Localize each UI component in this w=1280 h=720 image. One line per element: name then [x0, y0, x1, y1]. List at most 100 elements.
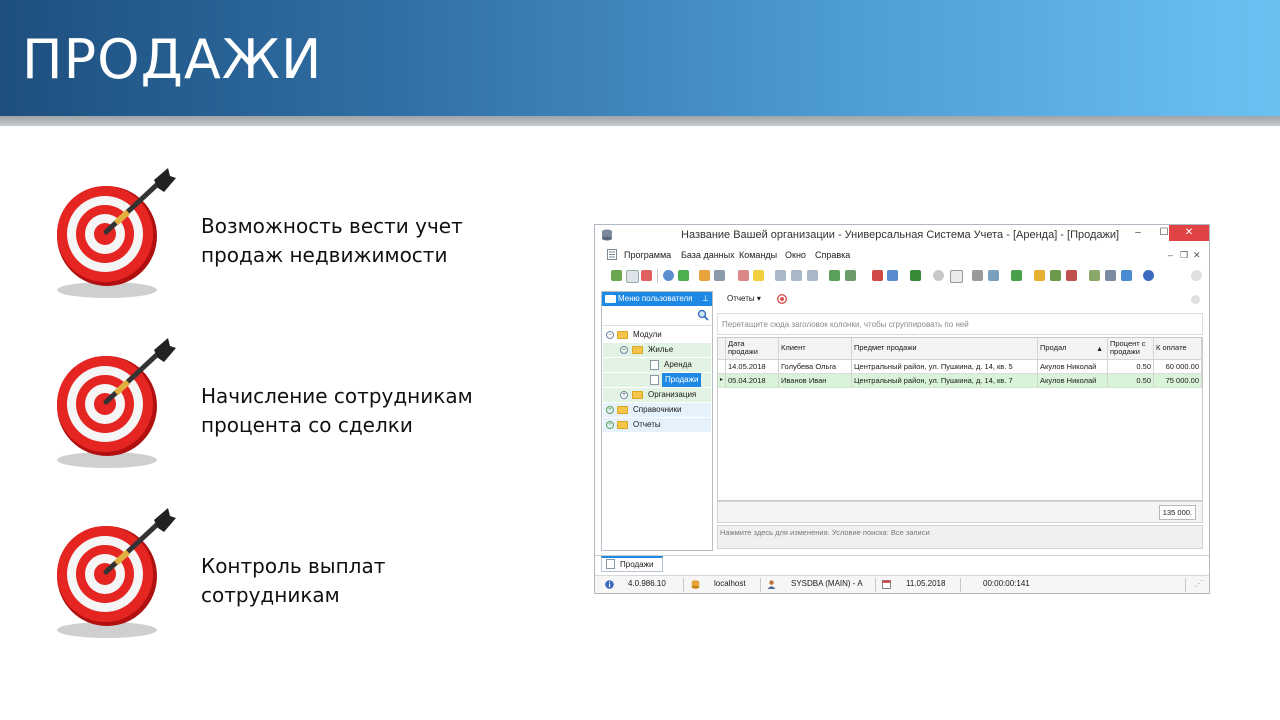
search-icon[interactable] — [663, 270, 674, 281]
mdi-close-button[interactable]: ✕ — [1193, 250, 1201, 261]
document-icon — [606, 559, 615, 569]
menu-item-database[interactable]: База данных — [681, 250, 735, 260]
share-icon[interactable] — [1121, 270, 1132, 281]
arrow-up-icon[interactable] — [807, 270, 818, 281]
table-icon[interactable] — [1089, 270, 1100, 281]
group-panel[interactable]: Перетащите сюда заголовок колонки, чтобы… — [717, 313, 1203, 335]
filter-icon[interactable] — [699, 270, 710, 281]
user-menu-header: Меню пользователя ⊥ — [602, 292, 712, 306]
bullet-line: Возможность вести учет — [201, 214, 463, 238]
document-icon — [650, 375, 659, 385]
note-icon[interactable] — [753, 270, 764, 281]
cell-client: Голубева Ольга — [779, 360, 852, 373]
new-window-icon[interactable] — [872, 270, 883, 281]
tree-item-sales[interactable]: Продажи — [603, 373, 711, 387]
tree-item-label: Отчеты — [633, 420, 661, 429]
tab-sales[interactable]: Продажи — [601, 556, 663, 572]
cell-payment: 60 000.00 — [1154, 360, 1202, 373]
filter-clear-icon[interactable] — [714, 270, 725, 281]
tree-item-organization[interactable]: + Организация — [603, 388, 711, 402]
resize-grip-icon[interactable]: ⋰ — [1195, 576, 1203, 592]
delete-icon[interactable] — [641, 270, 652, 281]
excel-menu-icon[interactable] — [845, 270, 856, 281]
refresh-icon[interactable] — [611, 270, 622, 281]
column-header-sale-date[interactable]: Дата продажи — [726, 338, 779, 360]
tree-item-label: Организация — [648, 390, 697, 399]
collapse-icon[interactable]: − — [620, 346, 628, 354]
menu-item-help[interactable]: Справка — [815, 250, 850, 260]
document-icon — [607, 249, 617, 260]
cell-payment: 75 000.00 — [1154, 374, 1202, 387]
view-close-icon[interactable] — [1191, 295, 1200, 304]
print-icon[interactable] — [1105, 270, 1116, 281]
folder-icon — [605, 295, 616, 303]
chart-icon[interactable] — [1011, 270, 1022, 281]
mdi-restore-button[interactable]: ❐ — [1180, 250, 1188, 261]
calendar-icon[interactable] — [950, 270, 963, 283]
tree-item-directories[interactable]: + Справочники — [603, 403, 711, 417]
status-server: localhost — [714, 579, 746, 588]
target-dart-icon — [57, 338, 176, 468]
view-toolbar: Отчеты ▾ — [717, 291, 1203, 307]
column-header-percent[interactable]: Процент с продажи — [1108, 338, 1154, 360]
tab-label: Продажи — [620, 560, 654, 569]
window-titlebar: Название Вашей организации - Универсальн… — [595, 225, 1209, 245]
sync-icon[interactable] — [678, 270, 689, 281]
table-row[interactable]: ▸ 05.04.2018 Иванов Иван Центральный рай… — [718, 374, 1202, 388]
menu-item-program[interactable]: Программа — [624, 250, 671, 260]
menu-item-commands[interactable]: Команды — [739, 250, 777, 260]
tree-item-reports[interactable]: + Отчеты — [603, 418, 711, 432]
window-title: Название Вашей организации - Универсальн… — [681, 229, 1120, 241]
calendar-icon — [882, 580, 891, 589]
menu-item-window[interactable]: Окно — [785, 250, 806, 260]
document-tabs: Продажи — [595, 555, 1209, 574]
export-icon[interactable] — [791, 270, 802, 281]
minimize-button[interactable]: – — [1125, 225, 1151, 241]
pin-icon[interactable]: ⊥ — [702, 292, 709, 306]
tree-item-modules[interactable]: − Модули — [603, 328, 711, 342]
column-header-client[interactable]: Клиент — [779, 338, 852, 360]
column-header-seller[interactable]: Продал ▲ — [1038, 338, 1108, 360]
column-header-subject[interactable]: Предмет продажи — [852, 338, 1038, 360]
row-pointer-icon: ▸ — [718, 374, 726, 387]
settings-icon[interactable] — [988, 270, 999, 281]
stop-icon[interactable] — [777, 294, 787, 304]
import-icon[interactable] — [775, 270, 786, 281]
slide-header: ПРОДАЖИ — [0, 0, 1280, 116]
expand-icon[interactable]: + — [620, 391, 628, 399]
bookmark-icon[interactable] — [738, 270, 749, 281]
book-icon[interactable] — [910, 270, 921, 281]
tools-icon[interactable] — [972, 270, 983, 281]
window-icon[interactable] — [887, 270, 898, 281]
tree-item-label: Жилье — [648, 345, 674, 354]
tree-item-rent[interactable]: Аренда — [603, 358, 711, 372]
cell-date: 05.04.2018 — [726, 374, 779, 387]
users-icon[interactable] — [1050, 270, 1061, 281]
row-indicator-header — [718, 338, 726, 360]
expand-icon[interactable]: + — [606, 421, 614, 429]
plug-icon[interactable] — [1066, 270, 1077, 281]
info-icon[interactable] — [1143, 270, 1154, 281]
search-icon[interactable] — [697, 309, 709, 321]
status-user: SYSDBA (MAIN) - A — [791, 579, 863, 588]
cell-seller: Акулов Николай — [1038, 360, 1108, 373]
lock-icon[interactable] — [1034, 270, 1045, 281]
expand-icon[interactable]: + — [606, 406, 614, 414]
cell-seller: Акулов Николай — [1038, 374, 1108, 387]
mdi-minimize-button[interactable]: – — [1168, 250, 1173, 260]
payment-total: 135 000. — [1158, 505, 1196, 520]
collapse-icon[interactable]: − — [606, 331, 614, 339]
bullet-line: продаж недвижимости — [201, 243, 448, 267]
filter-bar[interactable]: Нажмите здесь для изменения. Условие пои… — [717, 525, 1203, 549]
status-separator — [760, 578, 761, 592]
clock-icon[interactable] — [933, 270, 944, 281]
column-header-payment[interactable]: К оплате — [1154, 338, 1202, 360]
tree-item-housing[interactable]: − Жилье — [603, 343, 711, 357]
database-icon — [602, 229, 612, 241]
excel-icon[interactable] — [829, 270, 840, 281]
copy-icon[interactable] — [626, 270, 639, 283]
toolbar-close-icon[interactable] — [1191, 270, 1202, 281]
reports-dropdown[interactable]: Отчеты ▾ — [727, 291, 761, 307]
table-row[interactable]: 14.05.2018 Голубева Ольга Центральный ра… — [718, 360, 1202, 374]
close-button[interactable]: ✕ — [1169, 225, 1209, 241]
